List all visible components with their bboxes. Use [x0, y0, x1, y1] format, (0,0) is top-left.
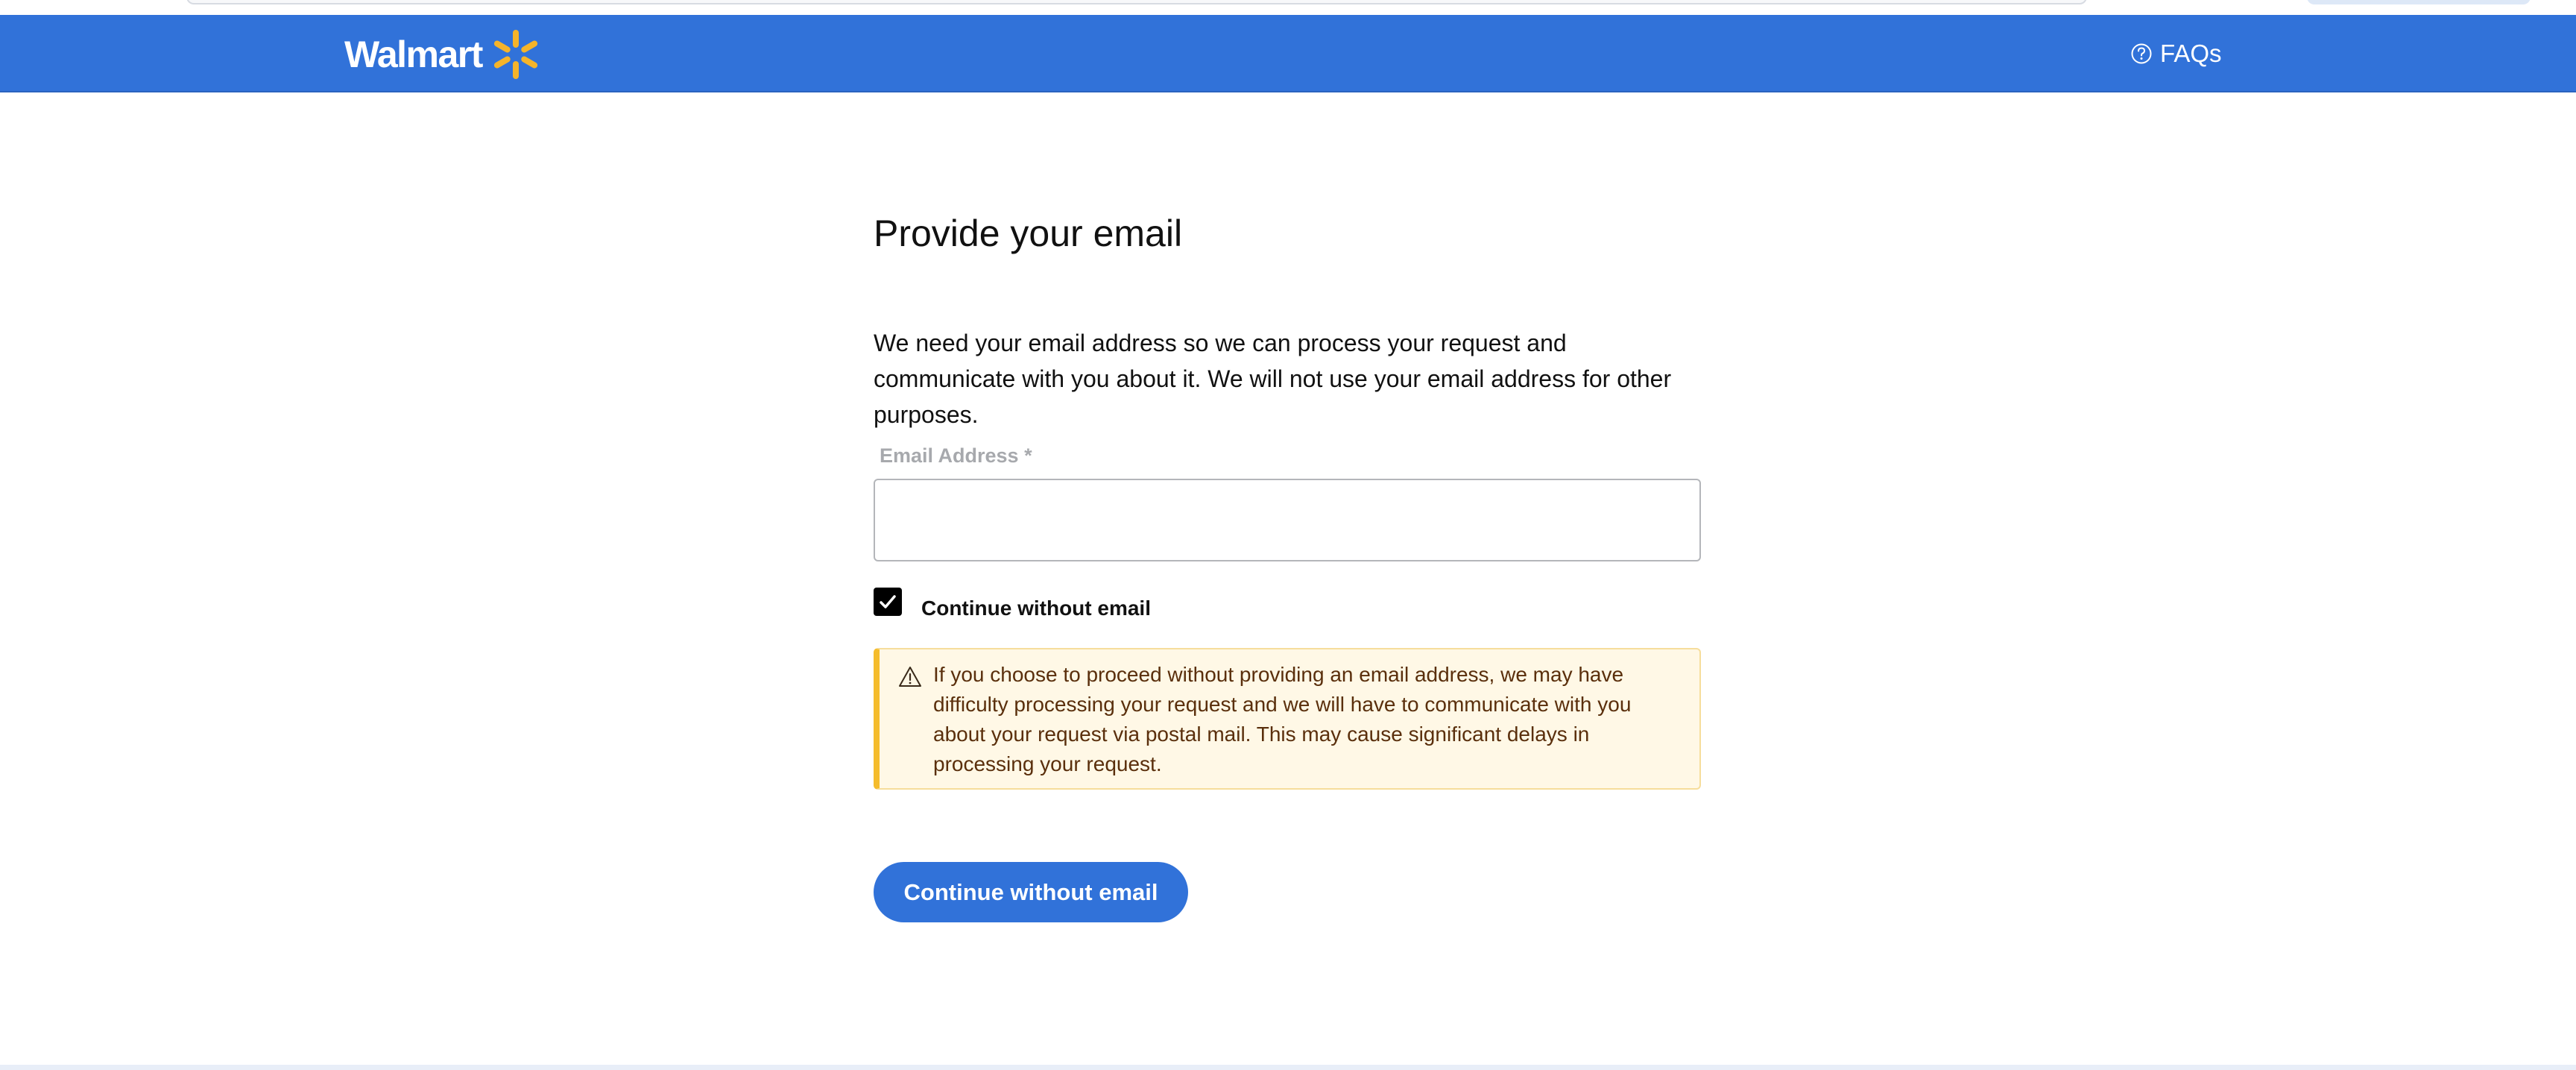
address-bar[interactable] — [186, 0, 2087, 4]
warning-text: If you choose to proceed without providi… — [933, 663, 1632, 775]
help-circle-icon — [2131, 43, 2152, 64]
toolbar-pill[interactable] — [2307, 0, 2531, 4]
browser-top-strip — [0, 0, 2576, 15]
page-description: We need your email address so we can pro… — [874, 330, 1672, 428]
email-field-label: Email Address * — [880, 444, 1032, 467]
continue-without-email-checkbox[interactable] — [874, 588, 902, 616]
continue-without-email-button[interactable]: Continue without email — [874, 862, 1188, 922]
walmart-logo[interactable]: Walmart — [344, 25, 542, 84]
page-title: Provide your email — [874, 213, 1183, 254]
spark-icon — [493, 30, 538, 79]
checkmark-icon — [880, 595, 896, 608]
warning-triangle-icon — [899, 667, 921, 687]
site-header: Walmart FAQs — [0, 15, 2576, 92]
brand-name: Walmart — [344, 34, 483, 75]
faq-link[interactable]: FAQs — [2130, 37, 2222, 70]
faq-label: FAQs — [2160, 40, 2222, 67]
email-field[interactable] — [874, 479, 1701, 561]
footer-divider — [0, 1065, 2576, 1070]
warning-alert: If you choose to proceed without providi… — [874, 648, 1701, 790]
checkbox-label[interactable]: Continue without email — [921, 597, 1151, 620]
